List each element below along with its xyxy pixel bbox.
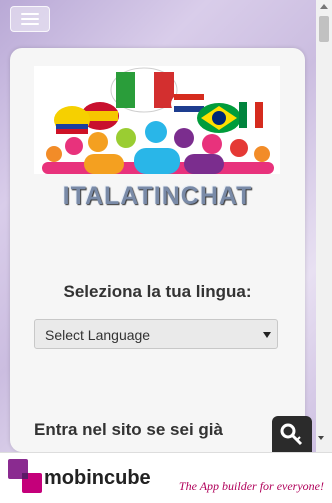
mobincube-logo-icon: [8, 459, 42, 493]
people-flags-illustration: [42, 67, 274, 174]
top-bar: [0, 0, 315, 46]
footer-tagline: The App builder for everyone!: [178, 479, 324, 493]
expand-caret-icon[interactable]: [318, 436, 324, 440]
app-title: ITALATINCHAT: [62, 182, 253, 210]
language-prompt-label: Seleziona la tua lingua:: [63, 282, 252, 301]
content-card: ITALATINCHAT Seleziona la tua lingua: Se…: [10, 48, 305, 452]
menu-button[interactable]: [10, 6, 50, 32]
hamburger-icon: [21, 13, 39, 15]
footer-ad-bar[interactable]: mobincube The App builder for everyone!: [0, 452, 332, 503]
scroll-up-arrow-icon[interactable]: [320, 4, 328, 9]
hamburger-line: [21, 18, 39, 20]
language-select-value: Select Language: [45, 327, 151, 343]
key-button[interactable]: [272, 416, 312, 452]
footer-brand: mobincube: [44, 467, 151, 489]
login-prompt-text: Entra nel sito se sei già: [34, 420, 223, 439]
chevron-down-icon: [263, 332, 271, 338]
hamburger-line: [21, 23, 39, 25]
app-banner-image: [34, 66, 280, 174]
language-select[interactable]: Select Language: [34, 319, 278, 349]
scrollbar[interactable]: [316, 0, 332, 452]
scrollbar-thumb[interactable]: [319, 16, 329, 42]
key-icon: [280, 423, 303, 446]
